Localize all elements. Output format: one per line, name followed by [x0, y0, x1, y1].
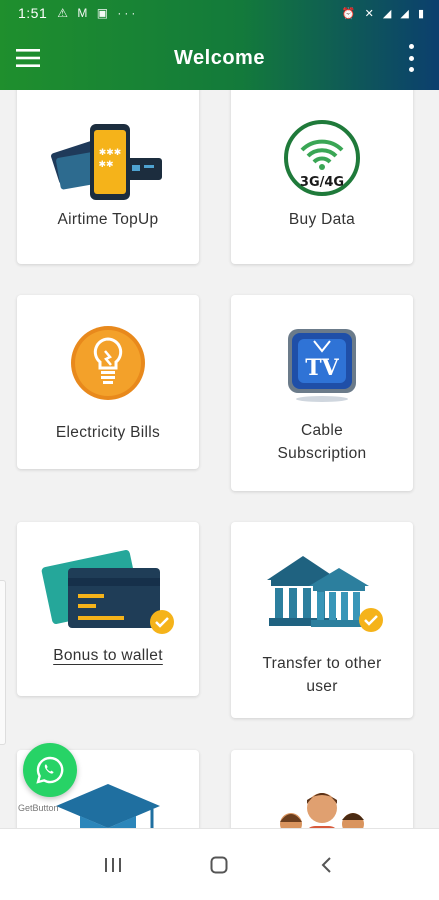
- status-bar: 1:51 ⚠ M ▣ ··· ⏰ ✕ ◢ ◢ ▮: [0, 0, 439, 26]
- airtime-topup-label: Airtime TopUp: [57, 211, 159, 228]
- whatsapp-icon: [36, 756, 64, 784]
- recents-icon: [105, 857, 122, 872]
- battery-icon: ▮: [417, 7, 427, 20]
- whatsapp-button[interactable]: [23, 743, 77, 797]
- overflow-menu-button[interactable]: [401, 44, 421, 72]
- electricity-bills-label: Electricity Bills: [55, 424, 161, 441]
- page-title: Welcome: [174, 46, 265, 69]
- phone-cards-icon: ✱✱✱ ✱✱: [51, 124, 162, 200]
- people-icon: [280, 793, 364, 828]
- cable-label-line2: Subscription: [277, 445, 367, 462]
- transfer-card[interactable]: Transfer to other user: [231, 522, 413, 718]
- cards-check-icon: [41, 550, 174, 634]
- 4g-signal-icon: ◢: [382, 7, 395, 20]
- buy-data-card[interactable]: 3G/4G Buy Data: [231, 90, 413, 264]
- tv-icon: TV: [288, 329, 356, 402]
- cable-subscription-label: Cable Subscription: [278, 419, 367, 465]
- app-bar: Welcome: [0, 26, 439, 90]
- home-button[interactable]: [194, 840, 244, 890]
- transfer-label: Transfer to other user: [262, 652, 381, 698]
- mute-icon: ✕: [364, 7, 377, 20]
- 3g-signal-icon: ◢: [400, 7, 412, 20]
- transfer-label-line1: Transfer to other: [262, 655, 382, 672]
- side-drawer-handle[interactable]: [0, 580, 6, 745]
- overflow-menu-icon: [408, 44, 414, 49]
- back-icon: [321, 856, 331, 873]
- system-icons: ⏰ ✕ ◢ ◢ ▮: [342, 7, 427, 20]
- hamburger-menu-icon: [16, 49, 40, 67]
- navigation-bar: [0, 828, 439, 900]
- 3g-4g-wifi-icon: 3G/4G: [284, 120, 360, 196]
- alarm-icon: ⏰: [341, 7, 359, 20]
- lightbulb-icon: [71, 326, 145, 400]
- data-icon-text: 3G/4G: [300, 175, 344, 190]
- electricity-bills-card[interactable]: Electricity Bills: [17, 295, 199, 469]
- getbutton-label[interactable]: GetButton: [18, 803, 59, 813]
- services-grid: ✱✱✱ ✱✱ Airtime TopUp 3G/4G Buy Data Elec…: [0, 90, 439, 828]
- home-icon: [210, 856, 228, 873]
- svg-text:✱✱: ✱✱: [98, 160, 113, 170]
- cable-label-line1: Cable: [301, 422, 343, 439]
- notification-icons: ⚠ M ▣ ···: [57, 6, 138, 20]
- gmail-icon: M: [77, 6, 91, 20]
- tv-icon-text: TV: [305, 355, 339, 381]
- signal-alert-icon: ⚠: [57, 6, 72, 20]
- people-card[interactable]: [231, 750, 413, 828]
- image-icon: ▣: [96, 6, 112, 20]
- more-dots-icon: ···: [117, 6, 139, 20]
- hamburger-menu-button[interactable]: [0, 26, 56, 90]
- status-time: 1:51: [18, 5, 48, 21]
- airtime-topup-card[interactable]: ✱✱✱ ✱✱ Airtime TopUp: [17, 90, 199, 264]
- buy-data-label: Buy Data: [288, 211, 356, 228]
- cable-subscription-card[interactable]: TV Cable Subscription: [231, 295, 413, 491]
- svg-text:✱✱✱: ✱✱✱: [99, 148, 122, 158]
- recents-button[interactable]: [88, 840, 138, 890]
- bonus-to-wallet-link[interactable]: Bonus to wallet: [53, 644, 163, 667]
- transfer-label-line2: user: [306, 678, 338, 695]
- bonus-to-wallet-card[interactable]: Bonus to wallet: [17, 522, 199, 696]
- bank-check-icon: [267, 556, 383, 632]
- back-button[interactable]: [301, 840, 351, 890]
